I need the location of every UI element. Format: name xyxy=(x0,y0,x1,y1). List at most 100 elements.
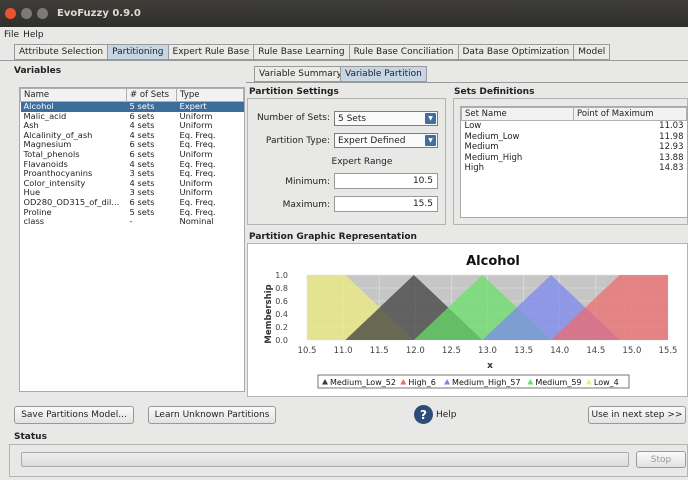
variables-heading: Variables xyxy=(14,66,62,76)
variable-sets: 4 sets xyxy=(129,178,155,188)
variable-type: Eq. Freq. xyxy=(179,140,216,150)
variable-row[interactable]: OD280_OD315_of_dil... 6 sets Eq. Freq. xyxy=(21,198,244,208)
variable-type: Eq. Freq. xyxy=(179,197,216,207)
maximize-window-icon[interactable] xyxy=(37,8,48,19)
variable-name: Alcalinity_of_ash xyxy=(23,130,93,140)
variable-name: Ash xyxy=(23,121,39,131)
maximum-input[interactable]: 15.5 xyxy=(334,196,438,212)
tab-expert-rule-base[interactable]: Expert Rule Base xyxy=(167,44,254,60)
sets-table-box: Set Name Point of Maximum Low 11.03 Medium… xyxy=(460,106,688,218)
variable-type: Eq. Freq. xyxy=(179,130,216,140)
partition-type-select[interactable]: Expert Defined ▼ xyxy=(334,133,438,148)
variable-name: OD280_OD315_of_dil... xyxy=(23,197,120,207)
partition-type-value: Expert Defined xyxy=(338,135,406,146)
legend-label: Medium_Low_52 xyxy=(330,378,396,387)
y-tick-label: 0.2 xyxy=(275,323,288,332)
set-row[interactable]: Medium_High 13.88 xyxy=(462,153,687,164)
variable-name: Proanthocyanins xyxy=(23,169,93,179)
variable-type: Uniform xyxy=(179,111,213,121)
tab-rule-base-learning[interactable]: Rule Base Learning xyxy=(253,44,349,60)
set-name: Medium xyxy=(464,142,499,152)
variable-row[interactable]: Alcalinity_of_ash 4 sets Eq. Freq. xyxy=(21,131,244,141)
tab-divider xyxy=(0,60,688,61)
legend-label: High_6 xyxy=(408,378,435,387)
variable-row[interactable]: Hue 3 sets Uniform xyxy=(21,188,244,198)
tab-model[interactable]: Model xyxy=(573,44,611,60)
chevron-down-icon: ▼ xyxy=(425,113,436,124)
variable-row[interactable]: Flavanoids 4 sets Eq. Freq. xyxy=(21,160,244,170)
x-tick-label: 15.5 xyxy=(659,346,678,356)
subtab-variable-partition[interactable]: Variable Partition xyxy=(340,66,427,82)
help-label[interactable]: Help xyxy=(436,410,457,420)
set-row[interactable]: Low 11.03 xyxy=(462,121,687,132)
column-header-type[interactable]: Type xyxy=(176,88,244,102)
variables-table-box: Name # of Sets Type Alcohol 5 sets Expert M… xyxy=(19,87,245,392)
y-tick-label: 1.0 xyxy=(275,271,288,280)
tab-partitioning[interactable]: Partitioning xyxy=(107,44,168,60)
legend-label: Low_4 xyxy=(594,378,619,387)
save-partitions-button[interactable]: Save Partitions Model... xyxy=(14,406,134,424)
variables-table: Name # of Sets Type Alcohol 5 sets Expert M… xyxy=(20,88,244,227)
variable-sets: 3 sets xyxy=(129,169,155,179)
x-tick-label: 10.5 xyxy=(298,346,317,356)
variable-row[interactable]: Alcohol 5 sets Expert xyxy=(20,101,244,112)
variable-type: Uniform xyxy=(179,149,213,159)
variable-row[interactable]: Ash 4 sets Uniform xyxy=(21,121,244,131)
variable-name: Proline xyxy=(23,207,52,217)
variable-sets: 6 sets xyxy=(129,197,155,207)
x-tick-label: 14.5 xyxy=(586,346,605,356)
minimum-input[interactable]: 10.5 xyxy=(334,173,438,189)
minimum-label: Minimum: xyxy=(285,177,330,187)
legend-label: Medium_59 xyxy=(535,378,581,387)
chart-title: Alcohol xyxy=(466,254,520,269)
set-point-of-maximum: 11.03 xyxy=(659,121,684,131)
help-icon[interactable]: ? xyxy=(414,405,433,424)
set-row[interactable]: Medium 12.93 xyxy=(462,142,687,153)
variable-sets: 6 sets xyxy=(129,111,155,121)
set-point-of-maximum: 13.88 xyxy=(659,152,684,163)
tab-attribute-selection[interactable]: Attribute Selection xyxy=(14,44,108,60)
maximum-label: Maximum: xyxy=(282,200,330,210)
x-tick-label: 15.0 xyxy=(622,346,641,356)
stop-button[interactable]: Stop xyxy=(636,451,686,468)
set-row[interactable]: Medium_Low 11.98 xyxy=(462,132,687,143)
use-in-next-step-button[interactable]: Use in next step >> xyxy=(588,406,686,424)
subtab-variable-summary[interactable]: Variable Summary xyxy=(254,66,346,82)
tab-rule-base-conciliation[interactable]: Rule Base Conciliation xyxy=(348,44,458,60)
column-header-set-name[interactable]: Set Name xyxy=(461,107,574,121)
variable-name: class xyxy=(23,217,45,227)
column-header-sets[interactable]: # of Sets xyxy=(126,88,177,102)
learn-partitions-button[interactable]: Learn Unknown Partitions xyxy=(148,406,276,424)
close-window-icon[interactable] xyxy=(5,8,16,19)
menu-file[interactable]: File xyxy=(4,30,19,40)
x-tick-label: 14.0 xyxy=(550,346,569,356)
variable-sets: 5 sets xyxy=(126,101,177,112)
variable-name: Total_phenols xyxy=(23,149,80,159)
variable-sets: - xyxy=(129,217,133,227)
variable-row[interactable]: Color_intensity 4 sets Uniform xyxy=(21,179,244,189)
tab-data-base-optimization[interactable]: Data Base Optimization xyxy=(457,44,574,60)
column-header-name[interactable]: Name xyxy=(20,88,127,102)
main-tabs: Attribute Selection Partitioning Expert … xyxy=(14,44,611,60)
variable-row[interactable]: Total_phenols 6 sets Uniform xyxy=(21,150,244,160)
variable-name: Malic_acid xyxy=(23,111,67,121)
subtab-divider xyxy=(246,82,688,83)
number-of-sets-select[interactable]: 5 Sets ▼ xyxy=(334,111,438,126)
graph-group: Alcohol Membership x 10.5 11.0 11.5 12.0 12.… xyxy=(247,243,688,397)
variable-row[interactable]: Proanthocyanins 3 sets Eq. Freq. xyxy=(21,169,244,179)
column-header-point-of-maximum[interactable]: Point of Maximum xyxy=(573,107,687,121)
set-row[interactable]: High 14.83 xyxy=(462,163,687,174)
minimize-window-icon[interactable] xyxy=(21,8,32,19)
x-tick-label: 13.0 xyxy=(478,346,497,356)
x-tick-label: 11.0 xyxy=(334,346,353,356)
variable-row[interactable]: Magnesium 6 sets Eq. Freq. xyxy=(21,140,244,150)
variable-type: Nominal xyxy=(179,217,214,227)
graph-heading: Partition Graphic Representation xyxy=(249,232,417,242)
variable-sets: 4 sets xyxy=(129,121,155,131)
variable-row[interactable]: Malic_acid 6 sets Uniform xyxy=(21,112,244,122)
set-point-of-maximum: 11.98 xyxy=(659,131,684,142)
variable-row[interactable]: Proline 5 sets Eq. Freq. xyxy=(21,208,244,218)
window-titlebar: EvoFuzzy 0.9.0 xyxy=(0,0,688,27)
menu-help[interactable]: Help xyxy=(23,30,44,40)
variable-row[interactable]: class - Nominal xyxy=(21,217,244,227)
